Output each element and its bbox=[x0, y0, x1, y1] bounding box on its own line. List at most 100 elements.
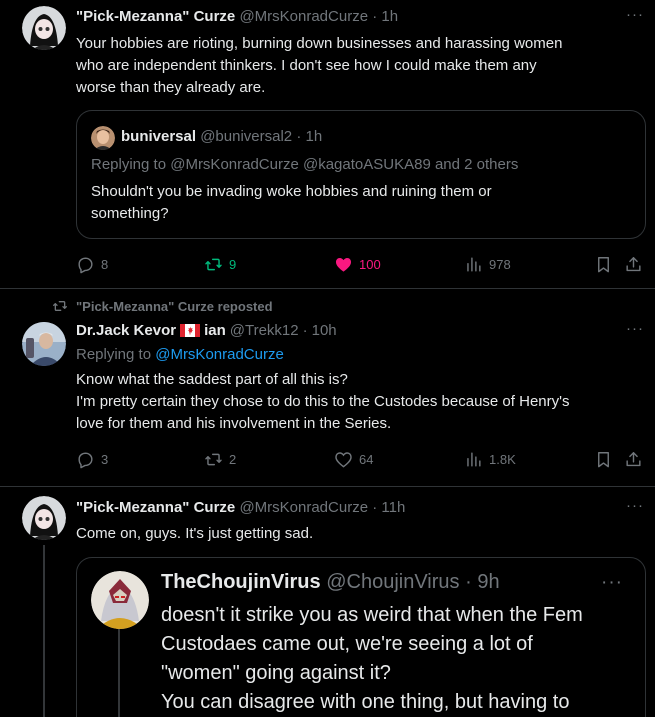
quote-author-name: TheChoujinVirus bbox=[161, 571, 321, 593]
reply-button[interactable]: 3 bbox=[76, 448, 108, 470]
action-bar: 8 9 100 978 bbox=[76, 253, 646, 275]
like-count: 64 bbox=[359, 451, 374, 467]
avatar[interactable] bbox=[22, 496, 66, 540]
post-3[interactable]: "Pick-Mezanna" Curze @MrsKonradCurze · 1… bbox=[0, 487, 655, 717]
timestamp[interactable]: 1h bbox=[381, 8, 398, 25]
share-icon bbox=[626, 256, 641, 271]
more-options-icon[interactable]: ··· bbox=[626, 320, 644, 337]
reply-count: 8 bbox=[101, 256, 109, 272]
quote-header: buniversal @buniversal2 · 1h bbox=[121, 128, 322, 145]
reply-count: 3 bbox=[101, 451, 109, 467]
quoted-post[interactable]: buniversal @buniversal2 · 1h Replying to… bbox=[76, 110, 646, 239]
avatar[interactable] bbox=[22, 6, 66, 50]
replying-to: Replying to @MrsKonradCurze bbox=[76, 344, 636, 366]
quote-replying-to: Replying to @MrsKonradCurze @kagatoASUKA… bbox=[91, 156, 518, 173]
reply-button[interactable]: 8 bbox=[76, 253, 108, 275]
avatar[interactable] bbox=[22, 322, 66, 366]
share-icon bbox=[626, 451, 641, 466]
author-name[interactable]: "Pick-Mezanna" Curze bbox=[76, 8, 235, 25]
views-chart-icon bbox=[467, 451, 481, 467]
post-text: Your hobbies are rioting, burning down b… bbox=[76, 33, 636, 99]
dot-separator: · bbox=[372, 499, 378, 516]
author-name-part2[interactable]: ian bbox=[204, 322, 226, 339]
post-text-line: who are independent thinkers. I don't se… bbox=[76, 57, 537, 74]
quote-timestamp: 9h bbox=[477, 571, 500, 593]
quote-text-line: Custodaes came out, we're seeing a lot o… bbox=[161, 633, 533, 655]
reply-icon bbox=[78, 451, 93, 468]
views-chart-icon bbox=[467, 256, 481, 272]
quote-author-handle: @ChoujinVirus bbox=[326, 571, 460, 593]
repost-count: 9 bbox=[229, 256, 237, 272]
quote-text-line: "women" going against it? bbox=[161, 662, 391, 684]
views-count: 978 bbox=[489, 256, 511, 272]
post-header: "Pick-Mezanna" Curze @MrsKonradCurze · 1… bbox=[76, 8, 398, 25]
quoted-post[interactable]: TheChoujinVirus @ChoujinVirus · 9h ··· d… bbox=[76, 557, 646, 717]
post-text-line: I'm pretty certain they chose to do this… bbox=[76, 393, 570, 410]
post-2[interactable]: "Pick-Mezanna" Curze reposted Dr.Jack Ke… bbox=[0, 289, 655, 486]
quote-timestamp: 1h bbox=[305, 128, 323, 145]
like-button[interactable]: 100 bbox=[334, 253, 381, 275]
author-name[interactable]: "Pick-Mezanna" Curze bbox=[76, 499, 235, 516]
author-handle[interactable]: @MrsKonradCurze bbox=[239, 499, 368, 516]
post-text-line: worse than they already are. bbox=[76, 79, 266, 96]
quote-text-line: something? bbox=[91, 205, 169, 222]
quote-text-line: doesn't it strike you as weird that when… bbox=[161, 604, 583, 626]
timestamp[interactable]: 11h bbox=[381, 499, 405, 516]
post-1[interactable]: "Pick-Mezanna" Curze @MrsKonradCurze · 1… bbox=[0, 0, 655, 288]
post-text-line: Know what the saddest part of all this i… bbox=[76, 371, 348, 388]
quote-avatar[interactable] bbox=[91, 126, 115, 150]
dot-separator: · bbox=[302, 322, 308, 339]
post-text-line: love for them and his involvement in the… bbox=[76, 415, 392, 432]
more-options-icon[interactable]: ··· bbox=[626, 6, 644, 23]
quote-author-name: buniversal bbox=[121, 128, 197, 145]
replying-targets: @MrsKonradCurze @kagatoASUKA89 and 2 oth… bbox=[170, 156, 519, 173]
post-text-line: Your hobbies are rioting, burning down b… bbox=[76, 35, 563, 52]
canada-flag-icon bbox=[180, 324, 201, 337]
quote-more-options-icon[interactable]: ··· bbox=[601, 572, 623, 594]
quote-text-line: Shouldn't you be invading woke hobbies a… bbox=[91, 183, 492, 200]
more-options-icon[interactable]: ··· bbox=[626, 497, 644, 514]
quote-text-line: You can disagree with one thing, but hav… bbox=[161, 691, 570, 713]
like-button[interactable]: 64 bbox=[334, 448, 373, 470]
timestamp[interactable]: 10h bbox=[312, 322, 337, 339]
author-handle[interactable]: @MrsKonradCurze bbox=[239, 8, 368, 25]
quote-header: TheChoujinVirus @ChoujinVirus · 9h bbox=[161, 571, 500, 594]
views-button[interactable]: 978 bbox=[464, 253, 511, 275]
views-count: 1.8K bbox=[489, 451, 516, 467]
repost-label[interactable]: "Pick-Mezanna" Curze reposted bbox=[76, 299, 273, 314]
share-button[interactable] bbox=[624, 253, 643, 275]
repost-icon bbox=[53, 301, 67, 311]
reply-icon bbox=[78, 256, 93, 273]
replying-prefix: Replying to bbox=[91, 156, 167, 173]
heart-icon bbox=[335, 451, 352, 468]
dot-separator: · bbox=[296, 128, 302, 145]
author-name-part1[interactable]: Dr.Jack Kevor bbox=[76, 322, 176, 339]
repost-button[interactable]: 9 bbox=[204, 253, 236, 275]
repost-indicator: "Pick-Mezanna" Curze reposted bbox=[52, 298, 273, 314]
post-header: Dr.Jack Kevor ian @Trekk12 · 10h bbox=[76, 322, 337, 339]
repost-icon bbox=[205, 258, 222, 270]
quote-text: Shouldn't you be invading woke hobbies a… bbox=[91, 181, 631, 225]
replying-to-link[interactable]: @MrsKonradCurze bbox=[155, 346, 284, 363]
bookmark-button[interactable] bbox=[594, 448, 613, 470]
action-bar: 3 2 64 1.8K bbox=[76, 448, 646, 470]
share-button[interactable] bbox=[624, 448, 643, 470]
post-header: "Pick-Mezanna" Curze @MrsKonradCurze · 1… bbox=[76, 499, 405, 516]
bookmark-icon bbox=[598, 256, 609, 272]
quote-author-handle: @buniversal2 bbox=[200, 128, 293, 145]
post-text: Know what the saddest part of all this i… bbox=[76, 369, 636, 435]
views-button[interactable]: 1.8K bbox=[464, 448, 516, 470]
repost-count: 2 bbox=[229, 451, 237, 467]
quote-avatar[interactable] bbox=[91, 571, 149, 629]
thread-line bbox=[43, 545, 45, 717]
bookmark-button[interactable] bbox=[594, 253, 613, 275]
replying-prefix: Replying to bbox=[76, 346, 152, 363]
bookmark-icon bbox=[598, 451, 609, 467]
author-handle[interactable]: @Trekk12 bbox=[230, 322, 299, 339]
quote-text: doesn't it strike you as weird that when… bbox=[161, 601, 641, 717]
post-text: Come on, guys. It's just getting sad. bbox=[76, 525, 314, 542]
repost-icon bbox=[205, 453, 222, 465]
dot-separator: · bbox=[372, 8, 378, 25]
quote-thread-line bbox=[118, 629, 120, 717]
repost-button[interactable]: 2 bbox=[204, 448, 236, 470]
